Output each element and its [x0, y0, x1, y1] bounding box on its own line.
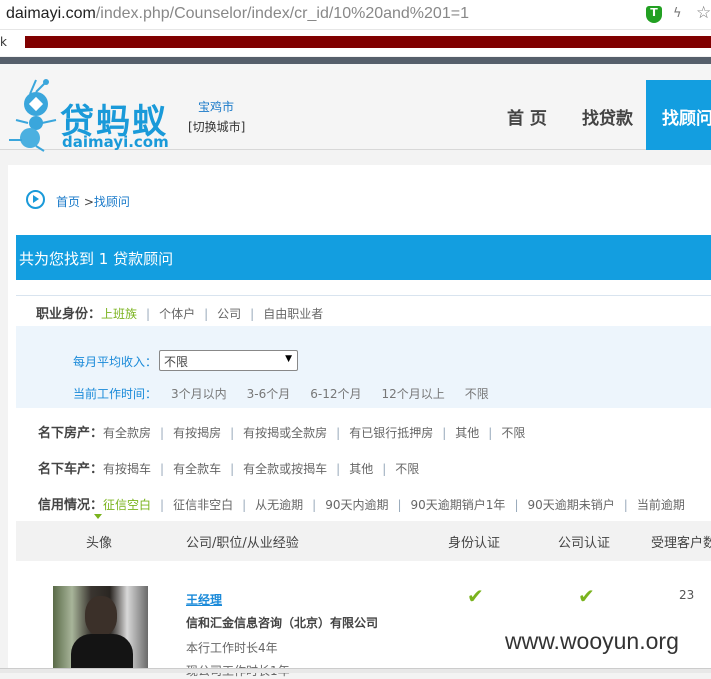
breadcrumb-current[interactable]: 找顾问 [94, 195, 130, 209]
breadcrumb-sep: > [83, 195, 94, 209]
filter-option[interactable]: 有全款车 [173, 462, 221, 476]
filter-option[interactable]: 90天逾期未销户 [527, 498, 614, 512]
nav-find-counselor[interactable]: 找顾问 [646, 80, 711, 150]
nav-home[interactable]: 首 页 [507, 104, 547, 129]
filter-option[interactable]: 3个月以内 [171, 387, 227, 401]
nav-find-loan[interactable]: 找贷款 [582, 104, 633, 129]
filter-label: 当前工作时间： [73, 387, 158, 401]
result-count-banner: 共为您找到 1 贷款顾问 [16, 235, 711, 280]
filter-car: 名下车产：有按揭车 | 有全款车 | 有全款或按揭车 | 其他 | 不限 [38, 462, 420, 477]
filter-option[interactable]: 有按揭房 [173, 426, 221, 440]
filter-label: 信用情况： [38, 498, 104, 513]
company-name: 信和汇金信息咨询（北京）有限公司 [186, 616, 379, 630]
filter-option[interactable]: 12个月以上 [382, 387, 445, 401]
filter-option[interactable]: 自由职业者 [263, 307, 323, 321]
filter-option[interactable]: 有按揭车 [103, 462, 151, 476]
filter-option[interactable]: 个体户 [159, 307, 195, 321]
income-label: 每月平均收入： [73, 355, 158, 369]
shield-extension-icon[interactable]: T [646, 6, 662, 23]
filter-option[interactable]: 其他 [349, 462, 373, 476]
watermark: www.wooyun.org [505, 628, 679, 654]
income-value: 不限 [164, 355, 189, 369]
clients-count: 23 [679, 588, 695, 602]
company-verified-check-icon: ✔ [578, 584, 595, 608]
filter-property: 名下房产：有全款房 | 有按揭房 | 有按揭或全款房 | 有已银行抵押房 | 其他 | 不限 [38, 426, 526, 441]
filter-option[interactable]: 从无逾期 [255, 498, 303, 512]
filter-option[interactable]: 征信空白 [103, 498, 151, 512]
filter-option[interactable]: 有全款房 [103, 426, 151, 440]
col-avatar: 头像 [86, 536, 113, 551]
filter-option[interactable]: 公司 [217, 307, 241, 321]
filter-option[interactable]: 上班族 [101, 307, 137, 321]
col-company: 公司/职位/从业经验 [186, 536, 299, 551]
filter-work-time: 当前工作时间： 3个月以内 3-6个月 6-12个月 12个月以上 不限 [73, 385, 509, 402]
filter-option[interactable]: 其他 [455, 426, 479, 440]
industry-years: 本行工作时长4年 [186, 641, 278, 655]
filter-credit: 信用情况：征信空白 | 征信非空白 | 从无逾期 | 90天内逾期 | 90天逾期销户1年 | 90… [38, 498, 685, 513]
logo-domain[interactable]: daimayi.com [62, 133, 169, 151]
col-clients: 受理客户数 [651, 536, 711, 551]
switch-city-link[interactable]: [切换城市] [188, 118, 245, 135]
filter-option[interactable]: 当前逾期 [637, 498, 685, 512]
filter-option[interactable]: 有全款或按揭车 [243, 462, 327, 476]
filter-label: 名下房产： [38, 426, 104, 441]
url-text[interactable]: daimayi.com/index.php/Counselor/index/cr… [6, 5, 469, 23]
filter-occupation: 职业身份：上班族 | 个体户 | 公司 | 自由职业者 [36, 307, 324, 322]
play-circle-icon [26, 190, 45, 209]
browser-address-bar[interactable]: daimayi.com/index.php/Counselor/index/cr… [0, 0, 711, 30]
browser-bottom-bar [0, 668, 711, 673]
current-city: 宝鸡市 [198, 100, 235, 114]
redaction-bar [25, 36, 711, 48]
filter-option[interactable]: 6-12个月 [310, 387, 361, 401]
browser-divider [0, 57, 711, 64]
filter-option[interactable]: 不限 [465, 387, 489, 401]
selected-indicator-icon [94, 514, 102, 519]
filter-label: 职业身份： [36, 307, 102, 322]
divider [16, 295, 711, 296]
star-bookmark-icon[interactable]: ☆ [696, 3, 711, 23]
bookmark-fragment[interactable]: k [0, 35, 7, 49]
col-id-verified: 身份认证 [448, 536, 501, 551]
filter-option[interactable]: 不限 [395, 462, 419, 476]
breadcrumb-home[interactable]: 首页 [56, 195, 80, 209]
lightning-icon[interactable]: ϟ [673, 6, 682, 21]
counselor-name-link[interactable]: 王经理 [186, 591, 222, 608]
filter-option[interactable]: 征信非空白 [173, 498, 233, 512]
filter-option[interactable]: 有按揭或全款房 [243, 426, 327, 440]
filter-option[interactable]: 3-6个月 [247, 387, 291, 401]
breadcrumb: 首页 >找顾问 [56, 193, 130, 210]
income-select[interactable]: 不限 [159, 350, 298, 371]
ant-logo-icon [9, 79, 57, 152]
filter-option[interactable]: 90天内逾期 [325, 498, 388, 512]
filter-option[interactable]: 有已银行抵押房 [349, 426, 433, 440]
filter-option[interactable]: 不限 [501, 426, 525, 440]
id-verified-check-icon: ✔ [467, 584, 484, 608]
avatar[interactable] [53, 586, 148, 668]
filter-option[interactable]: 90天逾期销户1年 [411, 498, 506, 512]
filter-label: 名下车产： [38, 462, 104, 477]
col-company-verified: 公司认证 [558, 536, 611, 551]
